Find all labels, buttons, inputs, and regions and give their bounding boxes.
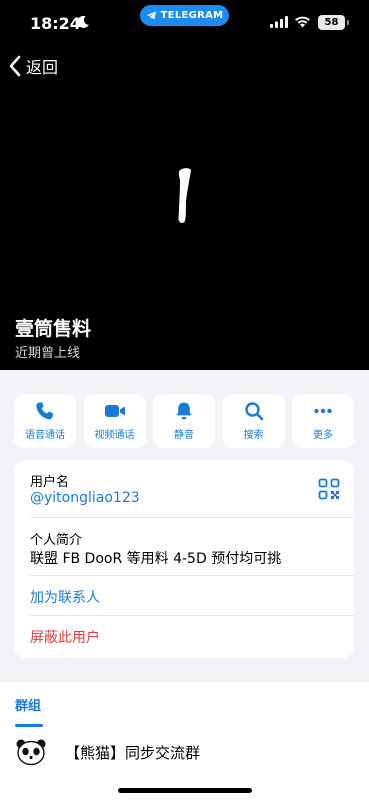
video-call-button[interactable]: 视频通话 [83, 394, 146, 448]
wifi-icon [295, 16, 310, 28]
home-indicator [118, 788, 252, 793]
telegram-pill-label: TELEGRAM [160, 10, 224, 21]
action-bar: 语音通话 视频通话 静音 搜索 更多 [14, 394, 354, 448]
mute-label: 静音 [174, 430, 194, 441]
tab-groups[interactable]: 群组 [15, 695, 41, 714]
bio-row: 个人简介 联盟 FB DooR 等用料 4-5D 预付均可挑 [14, 518, 354, 576]
profile-avatar[interactable] [172, 166, 194, 226]
mute-button[interactable]: 静音 [153, 394, 215, 448]
block-user-button[interactable]: 屏蔽此用户 [30, 627, 100, 647]
moon-icon [77, 15, 89, 28]
tab-indicator [15, 724, 43, 727]
more-icon [314, 408, 332, 414]
video-call-label: 视频通话 [94, 430, 135, 441]
telegram-icon [146, 11, 156, 20]
add-contact-row[interactable]: 加为联系人 [14, 576, 354, 616]
profile-name: 壹筒售料 [15, 318, 92, 340]
status-bar: 18:24 TELEGRAM 58 [0, 0, 369, 46]
profile-header: 18:24 TELEGRAM 58 返回 壹筒售料 近期曾上线 [0, 0, 369, 370]
panda-logo-icon [16, 739, 46, 766]
search-label: 搜索 [243, 430, 264, 441]
more-button[interactable]: 更多 [292, 394, 354, 448]
add-contact-button[interactable]: 加为联系人 [30, 587, 100, 607]
bio-value: 联盟 FB DooR 等用料 4-5D 预付均可挑 [30, 551, 282, 567]
username-row[interactable]: 用户名 @yitongliao123 [14, 460, 354, 518]
username-label: 用户名 [30, 475, 70, 490]
battery-indicator: 58 [318, 15, 349, 30]
video-icon [104, 405, 125, 417]
group-name: 【熊猫】同步交流群 [65, 744, 201, 762]
phone-icon [36, 402, 53, 420]
voice-call-button[interactable]: 语音通话 [14, 394, 76, 448]
profile-last-seen: 近期曾上线 [15, 346, 81, 361]
telegram-pill[interactable]: TELEGRAM [140, 5, 229, 26]
qr-code-icon[interactable] [318, 478, 340, 500]
block-user-row[interactable]: 屏蔽此用户 [14, 616, 354, 658]
signal-icon [270, 16, 288, 28]
username-value[interactable]: @yitongliao123 [30, 490, 140, 506]
voice-call-label: 语音通话 [25, 430, 65, 441]
search-button[interactable]: 搜索 [222, 394, 285, 448]
more-label: 更多 [313, 430, 333, 441]
back-button[interactable]: 返回 [8, 54, 58, 78]
search-icon [244, 402, 263, 421]
shared-media-section: 群组 【熊猫】同步交流群 [0, 682, 369, 800]
bell-icon [176, 402, 192, 420]
info-card: 用户名 @yitongliao123 个人简介 联盟 FB DooR 等用料 4… [14, 460, 354, 658]
status-time: 18:24 [30, 14, 81, 33]
list-item[interactable]: 【熊猫】同步交流群 [0, 732, 369, 772]
bio-label: 个人简介 [30, 533, 83, 548]
back-label: 返回 [26, 58, 59, 77]
chevron-left-icon [9, 55, 21, 77]
